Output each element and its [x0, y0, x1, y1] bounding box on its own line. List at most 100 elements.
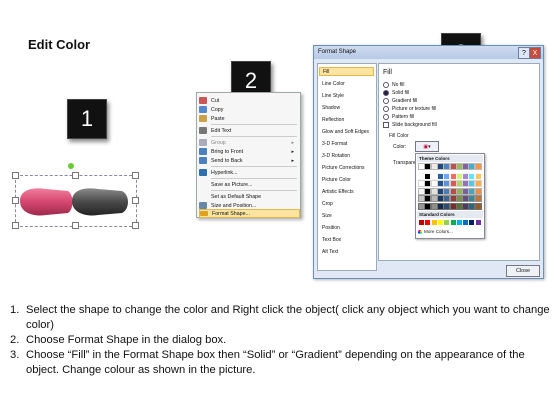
- color-swatch[interactable]: [419, 220, 424, 225]
- color-swatch[interactable]: [474, 202, 482, 210]
- nav-item-line-color[interactable]: Line Color: [319, 79, 374, 88]
- color-swatch[interactable]: [462, 195, 470, 202]
- color-swatch[interactable]: [444, 220, 450, 225]
- menu-item-hyperlink[interactable]: Hyperlink...: [199, 168, 298, 177]
- color-dropdown-button[interactable]: ▣ ▾: [415, 141, 439, 152]
- color-swatch[interactable]: [463, 220, 469, 225]
- color-swatch[interactable]: [474, 172, 482, 180]
- nav-item-line-style[interactable]: Line Style: [319, 91, 374, 100]
- color-swatch[interactable]: [425, 220, 431, 225]
- nav-item-crop[interactable]: Crop: [319, 199, 374, 208]
- color-swatch[interactable]: [424, 163, 432, 170]
- nav-item-picture-color[interactable]: Picture Color: [319, 175, 374, 184]
- color-swatch[interactable]: [430, 180, 438, 187]
- menu-item-group[interactable]: Group ▸: [199, 138, 298, 147]
- color-swatch[interactable]: [430, 195, 438, 202]
- color-swatch[interactable]: [430, 187, 438, 195]
- color-swatch[interactable]: [468, 195, 476, 202]
- nav-item-3d-format[interactable]: 3-D Format: [319, 139, 374, 148]
- menu-item-edit-text[interactable]: Edit Text: [199, 126, 298, 135]
- color-swatch[interactable]: [475, 220, 481, 225]
- color-swatch[interactable]: [455, 187, 463, 195]
- radio-picture-fill[interactable]: Picture or texture fill: [383, 105, 436, 113]
- color-swatch[interactable]: [443, 172, 451, 180]
- close-icon[interactable]: X: [529, 47, 541, 59]
- color-swatch[interactable]: [443, 163, 451, 170]
- color-swatch[interactable]: [418, 187, 425, 195]
- nav-item-glow[interactable]: Glow and Soft Edges: [319, 127, 374, 136]
- resize-handle[interactable]: [72, 172, 79, 179]
- color-swatch[interactable]: [436, 187, 444, 195]
- color-swatch[interactable]: [468, 202, 476, 210]
- color-swatch[interactable]: [462, 202, 470, 210]
- color-swatch[interactable]: [469, 220, 475, 225]
- resize-handle[interactable]: [132, 172, 139, 179]
- color-swatch[interactable]: [455, 180, 463, 187]
- color-swatch[interactable]: [468, 172, 476, 180]
- color-swatch[interactable]: [437, 220, 443, 225]
- color-swatch[interactable]: [436, 202, 444, 210]
- nav-item-shadow[interactable]: Shadow: [319, 103, 374, 112]
- nav-item-fill[interactable]: Fill: [319, 67, 374, 76]
- color-swatch[interactable]: [474, 163, 482, 170]
- nav-item-3d-rotation[interactable]: 3-D Rotation: [319, 151, 374, 160]
- radio-solid-fill[interactable]: Solid fill: [383, 89, 409, 97]
- color-swatch[interactable]: [418, 195, 425, 202]
- resize-handle[interactable]: [12, 172, 19, 179]
- color-swatch[interactable]: [443, 187, 451, 195]
- color-swatch[interactable]: [424, 180, 432, 187]
- color-swatch[interactable]: [436, 180, 444, 187]
- color-swatch[interactable]: [424, 187, 432, 195]
- close-button[interactable]: Close: [506, 265, 540, 277]
- color-swatch[interactable]: [468, 163, 476, 170]
- color-swatch[interactable]: [424, 172, 432, 180]
- color-swatch[interactable]: [449, 195, 457, 202]
- color-swatch[interactable]: [431, 220, 437, 225]
- menu-item-copy[interactable]: Copy: [199, 105, 298, 114]
- color-swatch[interactable]: [418, 172, 425, 180]
- color-swatch[interactable]: [430, 202, 438, 210]
- color-swatch[interactable]: [424, 195, 432, 202]
- color-swatch[interactable]: [418, 202, 425, 210]
- rotation-handle[interactable]: [68, 163, 74, 169]
- nav-item-reflection[interactable]: Reflection: [319, 115, 374, 124]
- nav-item-text-box[interactable]: Text Box: [319, 235, 374, 244]
- menu-item-bring-to-front[interactable]: Bring to Front ▸: [199, 147, 298, 156]
- nav-item-alt-text[interactable]: Alt Text: [319, 247, 374, 256]
- color-swatch[interactable]: [430, 163, 438, 170]
- resize-handle[interactable]: [132, 222, 139, 229]
- color-swatch[interactable]: [436, 163, 444, 170]
- radio-gradient-fill[interactable]: Gradient fill: [383, 97, 417, 105]
- color-swatch[interactable]: [430, 172, 438, 180]
- color-swatch[interactable]: [449, 187, 457, 195]
- menu-item-format-shape[interactable]: Format Shape...: [199, 209, 300, 218]
- color-swatch[interactable]: [436, 195, 444, 202]
- color-swatch[interactable]: [443, 195, 451, 202]
- color-swatch[interactable]: [462, 172, 470, 180]
- menu-item-cut[interactable]: Cut: [199, 96, 298, 105]
- color-swatch[interactable]: [455, 202, 463, 210]
- color-swatch[interactable]: [462, 187, 470, 195]
- nav-item-picture-corrections[interactable]: Picture Corrections: [319, 163, 374, 172]
- color-swatch[interactable]: [449, 180, 457, 187]
- radio-no-fill[interactable]: No fill: [383, 81, 405, 89]
- menu-item-save-as-picture[interactable]: Save as Picture...: [199, 180, 298, 189]
- color-swatch[interactable]: [449, 163, 457, 170]
- color-swatch[interactable]: [424, 202, 432, 210]
- radio-pattern-fill[interactable]: Pattern fill: [383, 113, 414, 121]
- menu-item-send-to-back[interactable]: Send to Back ▸: [199, 156, 298, 165]
- color-swatch[interactable]: [474, 195, 482, 202]
- nav-item-size[interactable]: Size: [319, 211, 374, 220]
- color-swatch[interactable]: [455, 195, 463, 202]
- color-swatch[interactable]: [468, 187, 476, 195]
- color-swatch[interactable]: [456, 220, 462, 225]
- teardrop-shapes[interactable]: [14, 183, 138, 221]
- color-swatch[interactable]: [468, 180, 476, 187]
- color-swatch[interactable]: [455, 163, 463, 170]
- color-swatch[interactable]: [418, 163, 425, 170]
- color-swatch[interactable]: [462, 163, 470, 170]
- menu-item-paste[interactable]: Paste: [199, 114, 298, 123]
- color-swatch[interactable]: [455, 172, 463, 180]
- color-swatch[interactable]: [450, 220, 456, 225]
- color-swatch[interactable]: [474, 180, 482, 187]
